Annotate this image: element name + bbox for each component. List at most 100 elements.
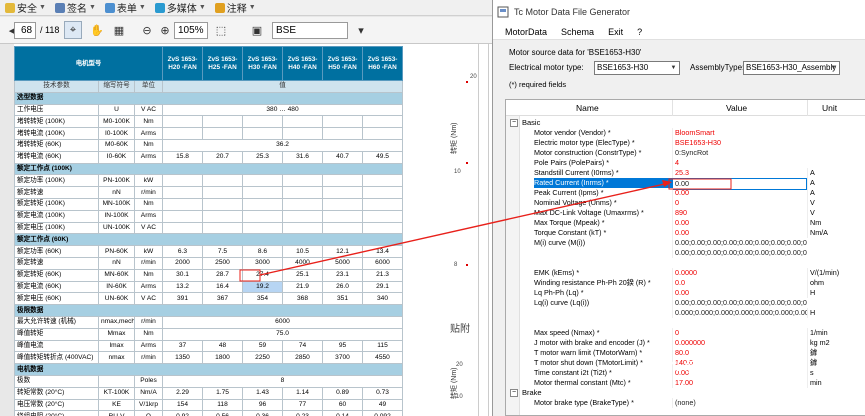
param-value bbox=[162, 186, 203, 199]
category-brake[interactable]: − Brake bbox=[506, 388, 865, 398]
property-value[interactable]: 0.0 bbox=[672, 278, 807, 288]
property-row[interactable]: Lq(i) curve (Lq(i)) 0.00;0.00;0.00;0.00;0… bbox=[506, 298, 865, 308]
property-row[interactable]: Lq Ph-Ph (Lq) * 0.00 H bbox=[506, 288, 865, 298]
property-row[interactable]: 0.000;0.000;0.000;0.000;0.000;0.000;0.00… bbox=[506, 308, 865, 318]
section-header: 额定工作点 (100K) bbox=[14, 162, 403, 176]
property-value[interactable]: 0.000;0.000;0.000;0.000;0.000;0.000;0.00… bbox=[672, 308, 807, 318]
property-row[interactable]: Max Torque (Mpeak) * 0.00 Nm bbox=[506, 218, 865, 228]
property-row[interactable]: Winding resistance Ph-Ph 20鍨 (R) * 0.0 ohm bbox=[506, 278, 865, 288]
param-value: 154 bbox=[162, 398, 203, 412]
param-value bbox=[162, 127, 203, 140]
property-row[interactable]: Peak Current (Ipms) * 0.00 A bbox=[506, 188, 865, 198]
param-unit: Ω bbox=[134, 410, 163, 416]
save-icon[interactable]: ▣ bbox=[248, 21, 266, 39]
menu-media[interactable]: 多媒体 ▼ bbox=[152, 1, 209, 15]
property-unit: s bbox=[807, 368, 865, 378]
property-value[interactable]: 890 bbox=[672, 208, 807, 218]
pdf-menubar: 安全 ▼ 签名 ▼ 表单 ▼ 多媒体 ▼ 注释 ▼ bbox=[0, 0, 492, 16]
param-value: 2500 bbox=[202, 256, 243, 270]
property-value[interactable]: 17.00 bbox=[672, 378, 807, 388]
property-value[interactable]: 25.3 bbox=[672, 168, 807, 178]
property-row[interactable]: EMK (kEms) * 0.0000 V/(1/min) bbox=[506, 268, 865, 278]
page-number-input[interactable]: 68 bbox=[14, 22, 36, 39]
property-value[interactable]: 0 bbox=[672, 328, 807, 338]
menu-exit[interactable]: Exit bbox=[608, 27, 623, 37]
selected-property-row[interactable]: Rated Current (Inrms) * 0.00 A bbox=[506, 178, 865, 190]
gridline bbox=[488, 44, 489, 416]
category-basic[interactable]: − Basic bbox=[506, 118, 865, 128]
property-value[interactable]: 0 bbox=[672, 198, 807, 208]
property-value[interactable]: 0.00;0.00;0.00;0.00;0.00;0.00;0.00;0.00;… bbox=[672, 248, 807, 258]
property-row[interactable]: Max speed (Nmax) * 0 1/min bbox=[506, 328, 865, 338]
elec-type-label: Electrical motor type: bbox=[509, 63, 584, 72]
menu-comment[interactable]: 注释 ▼ bbox=[212, 1, 259, 15]
property-value[interactable]: (none) bbox=[672, 398, 807, 408]
property-value[interactable]: 0:SyncRot bbox=[672, 148, 807, 158]
property-row[interactable]: Max DC-Link Voltage (Umaxrms) * 890 V bbox=[506, 208, 865, 218]
menu-motordata[interactable]: MotorData bbox=[505, 27, 547, 37]
table-row: 绕组电阻 (20°C)RU-VΩ0.920.560.360.230.140.09… bbox=[14, 410, 403, 416]
hand-tool-icon[interactable]: ✋ bbox=[88, 21, 106, 39]
watermark: CSDN @光怪陆离的节日 bbox=[640, 358, 796, 374]
search-input[interactable]: BSE bbox=[272, 22, 348, 39]
param-label: 堵转转矩 (60K) bbox=[14, 138, 99, 152]
subheader-cell: 技术参数 bbox=[14, 80, 99, 93]
property-name: Lq Ph-Ph (Lq) * bbox=[534, 288, 584, 297]
param-value bbox=[282, 115, 323, 129]
param-value bbox=[322, 186, 363, 199]
menu-label: 表单 bbox=[116, 4, 137, 15]
menu-help[interactable]: ? bbox=[637, 27, 642, 37]
param-label: 额定转速 bbox=[14, 256, 99, 270]
property-row[interactable]: Pole Pairs (PolePairs) * 4 bbox=[506, 158, 865, 168]
property-row[interactable]: Nominal Voltage (Unms) * 0 V bbox=[506, 198, 865, 208]
property-value[interactable]: 0.00;0.00;0.00;0.00;0.00;0.00;0.00;0.00;… bbox=[672, 238, 807, 248]
menu-form[interactable]: 表单 ▼ bbox=[102, 1, 149, 15]
property-value[interactable]: BSE1653-H30 bbox=[672, 138, 807, 148]
search-next-icon[interactable]: ▾ bbox=[352, 21, 370, 39]
select-cursor-icon[interactable]: ⌖ bbox=[64, 21, 82, 39]
property-value[interactable]: 0.00;0.00;0.00;0.00;0.00;0.00;0.00;0.00;… bbox=[672, 298, 807, 308]
snapshot-icon[interactable]: ▦ bbox=[110, 21, 128, 39]
fit-page-icon[interactable]: ⬚ bbox=[212, 21, 230, 39]
property-value[interactable]: BloomSmart bbox=[672, 128, 807, 138]
property-row[interactable]: J motor with brake and encoder (J) * 0.00… bbox=[506, 338, 865, 348]
zoom-in-icon[interactable]: ⊕ bbox=[156, 21, 174, 39]
collapse-icon[interactable]: − bbox=[510, 119, 518, 127]
param-value bbox=[322, 174, 363, 188]
property-row[interactable]: M(i) curve (M(i)) 0.00;0.00;0.00;0.00;0.0… bbox=[506, 238, 865, 248]
elec-type-select[interactable]: BSE1653-H30 ▼ bbox=[594, 61, 680, 75]
property-value[interactable]: 0.0000 bbox=[672, 268, 807, 278]
property-row[interactable]: Electric motor type (ElecType) * BSE1653-… bbox=[506, 138, 865, 148]
required-note: (*) required fields bbox=[509, 80, 567, 89]
property-row[interactable] bbox=[506, 318, 865, 328]
collapse-icon[interactable]: − bbox=[510, 389, 518, 397]
assembly-type-select[interactable]: BSE1653-H30_Assembly ▼ bbox=[743, 61, 840, 75]
property-value[interactable]: 0.000000 bbox=[672, 338, 807, 348]
category-label: Basic bbox=[522, 118, 541, 127]
property-value[interactable]: 0.00 bbox=[672, 188, 807, 198]
property-value[interactable]: 4 bbox=[672, 158, 807, 168]
property-value[interactable]: 0.00 bbox=[672, 288, 807, 298]
property-unit: ohm bbox=[807, 278, 865, 288]
property-row[interactable]: Standstill Current (I0rms) * 25.3 A bbox=[506, 168, 865, 178]
property-value[interactable]: 0.00 bbox=[672, 228, 807, 238]
menu-pen[interactable]: 签名 ▼ bbox=[52, 1, 99, 15]
menu-shield[interactable]: 安全 ▼ bbox=[2, 1, 49, 15]
param-value: 0.14 bbox=[322, 410, 363, 416]
property-row[interactable]: Motor brake type (BrakeType) * (none) bbox=[506, 398, 865, 408]
menu-label: 安全 bbox=[17, 4, 37, 15]
zoom-select[interactable]: 105% bbox=[174, 22, 208, 39]
property-row[interactable]: 0.00;0.00;0.00;0.00;0.00;0.00;0.00;0.00;… bbox=[506, 248, 865, 258]
param-symbol: nN bbox=[98, 256, 135, 270]
property-row[interactable]: Motor construction (ConstrType) * 0:SyncR… bbox=[506, 148, 865, 158]
property-value[interactable]: 0.00 bbox=[672, 218, 807, 228]
zoom-out-icon[interactable]: ⊖ bbox=[138, 21, 156, 39]
param-value bbox=[162, 221, 203, 235]
property-row[interactable]: Motor vendor (Vendor) * BloomSmart bbox=[506, 128, 865, 138]
property-row[interactable]: Torque Constant (kT) * 0.00 Nm/A bbox=[506, 228, 865, 238]
param-value bbox=[242, 174, 283, 188]
property-row[interactable]: Motor thermal constant (Mtc) * 17.00 min bbox=[506, 378, 865, 388]
menu-schema[interactable]: Schema bbox=[561, 27, 594, 37]
param-label: 转矩常数 (20°C) bbox=[14, 386, 99, 400]
property-row[interactable] bbox=[506, 258, 865, 268]
